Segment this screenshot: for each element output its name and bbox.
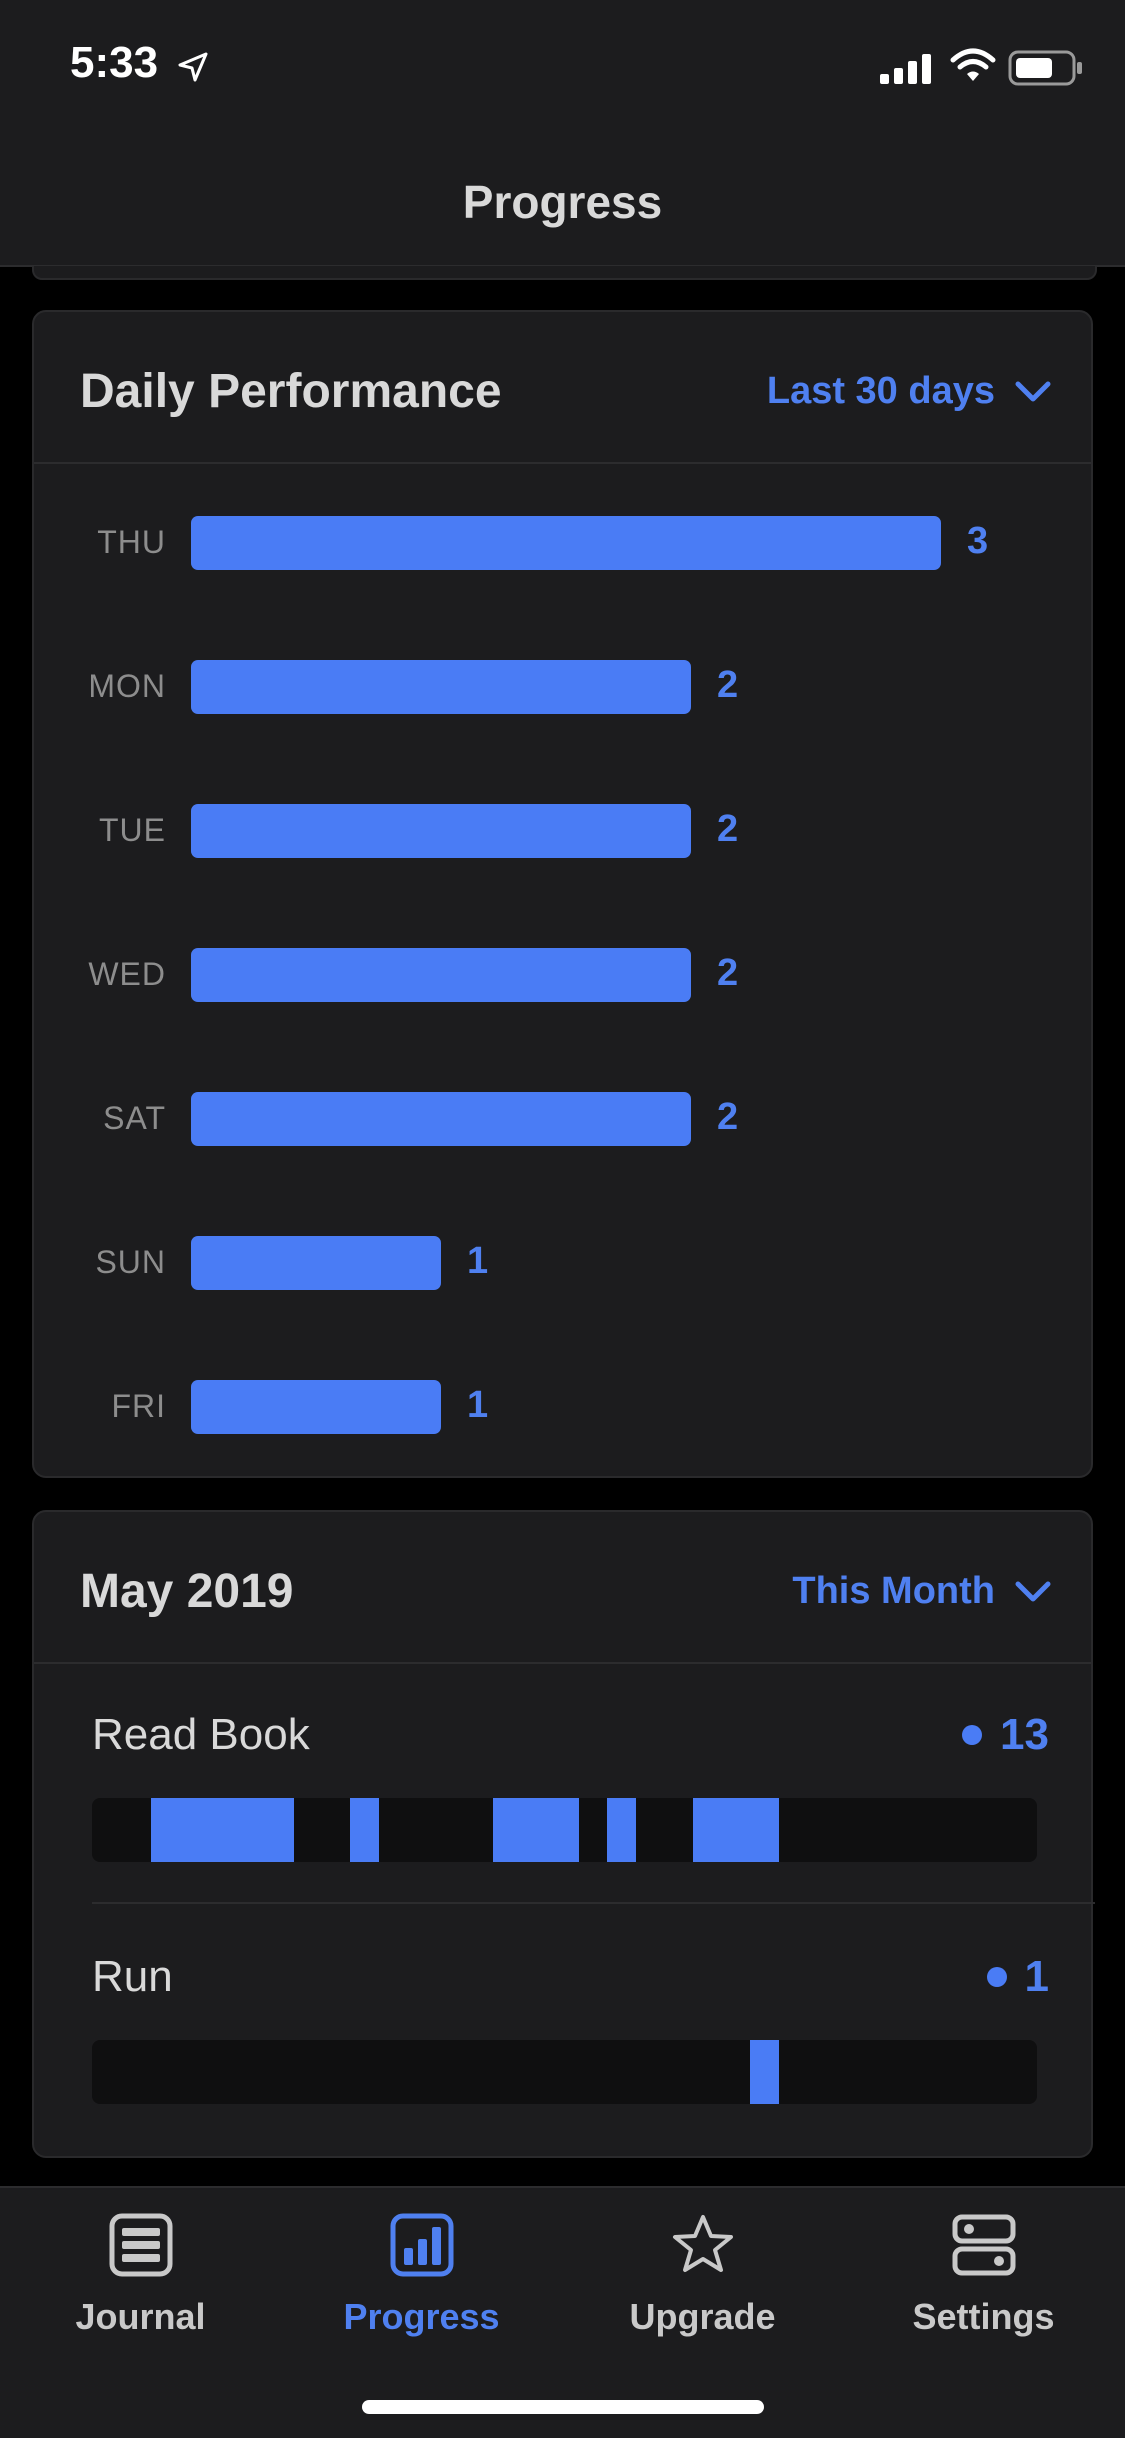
bar-value-label: 2 [717,808,739,850]
completed-day-segment [493,1798,522,1862]
nav-bar: Progress [0,140,1125,267]
star-icon [672,2215,733,2272]
bar-day-label: FRI [111,1388,166,1424]
completed-day-segment [550,1798,579,1862]
bar-sat [191,1092,691,1146]
completed-day-segment [522,1798,551,1862]
filter-label: This Month [792,1570,995,1612]
bar-day-label: WED [88,956,166,992]
tab-progress[interactable]: Progress [281,2212,562,2338]
tab-label: Progress [343,2296,500,2337]
dot-icon [986,1967,1007,1987]
bar-fri [191,1380,441,1434]
status-bar: 5:33 [0,0,1125,140]
completed-day-segment [607,1798,636,1862]
tab-label: Settings [912,2296,1055,2337]
status-time: 5:33 [70,38,159,87]
daily-performance-card: Daily Performance Last 30 days THU 3 MON 2 T… [32,310,1093,1478]
bar-value-label: 1 [467,1240,489,1282]
wifi-icon [950,48,996,81]
bar-value-label: 1 [467,1384,489,1426]
habit-name: Read Book [92,1710,310,1759]
previous-card-edge [32,266,1097,280]
card-title: May 2019 [80,1565,294,1618]
bar-day-label: SAT [103,1100,166,1136]
completed-day-segment [208,1798,237,1862]
tab-journal[interactable]: Journal [0,2212,281,2338]
page-title: Progress [462,176,663,228]
bar-mon [191,660,691,714]
bar-row: WED 2 [34,948,1091,1002]
completed-day-segment [179,1798,208,1862]
card-header: Daily Performance Last 30 days [34,312,1091,464]
filter-label: Last 30 days [766,370,995,412]
bar-row: MON 2 [34,660,1091,714]
habit-count: 13 [962,1710,1049,1760]
tab-upgrade[interactable]: Upgrade [562,2212,843,2338]
bar-value-label: 2 [717,664,739,706]
completed-day-segment [350,1798,379,1862]
bar-value-label: 3 [967,520,989,562]
bar-row: FRI 1 [34,1380,1091,1434]
month-filter-dropdown[interactable]: This Month [792,1570,1051,1613]
bar-row: TUE 2 [34,804,1091,858]
tab-bar: Journal Progress Upgrade Settings [0,2186,1125,2438]
tab-settings[interactable]: Settings [843,2212,1124,2338]
chevron-down-icon [1015,1581,1051,1601]
bar-row: SAT 2 [34,1092,1091,1146]
bar-value-label: 2 [717,952,739,994]
habit-month-track [92,1798,1037,1862]
bar-wed [191,948,691,1002]
settings-icon [952,2214,1015,2276]
period-filter-dropdown[interactable]: Last 30 days [767,370,1051,413]
bar-sun [191,1236,441,1290]
habit-count-value: 1 [1024,1952,1049,2001]
bar-day-label: SUN [95,1244,166,1280]
bar-day-label: MON [88,668,166,704]
completed-day-segment [722,1798,751,1862]
progress-chart-icon [390,2213,453,2277]
bar-day-label: THU [97,524,166,560]
habit-count: 1 [986,1952,1049,2002]
bar-row: THU 3 [34,516,1091,570]
completed-day-segment [693,1798,722,1862]
card-title: Daily Performance [80,365,502,418]
completed-day-segment [151,1798,180,1862]
bar-thu [191,516,941,570]
completed-day-segment [265,1798,294,1862]
battery-icon [1008,50,1082,86]
completed-day-segment [750,1798,779,1862]
card-header: May 2019 This Month [34,1512,1091,1664]
signal-icon [880,54,931,84]
bar-tue [191,804,691,858]
tab-label: Upgrade [629,2296,776,2337]
habit-name: Run [92,1952,173,2001]
divider [92,1902,1095,1904]
home-indicator [362,2400,764,2414]
bar-day-label: TUE [99,812,166,848]
dot-icon [962,1725,983,1745]
tab-label: Journal [75,2296,206,2337]
chevron-down-icon [1015,381,1051,401]
completed-day-segment [236,1798,265,1862]
completed-day-segment [750,2040,779,2104]
bar-row: SUN 1 [34,1236,1091,1290]
habit-month-track [92,2040,1037,2104]
journal-icon [109,2213,172,2277]
habit-count-value: 13 [1000,1710,1049,1759]
bar-value-label: 2 [717,1096,739,1138]
month-card: May 2019 This Month Read Book 13 Run 1 [32,1510,1095,2158]
location-arrow-icon [178,52,208,82]
